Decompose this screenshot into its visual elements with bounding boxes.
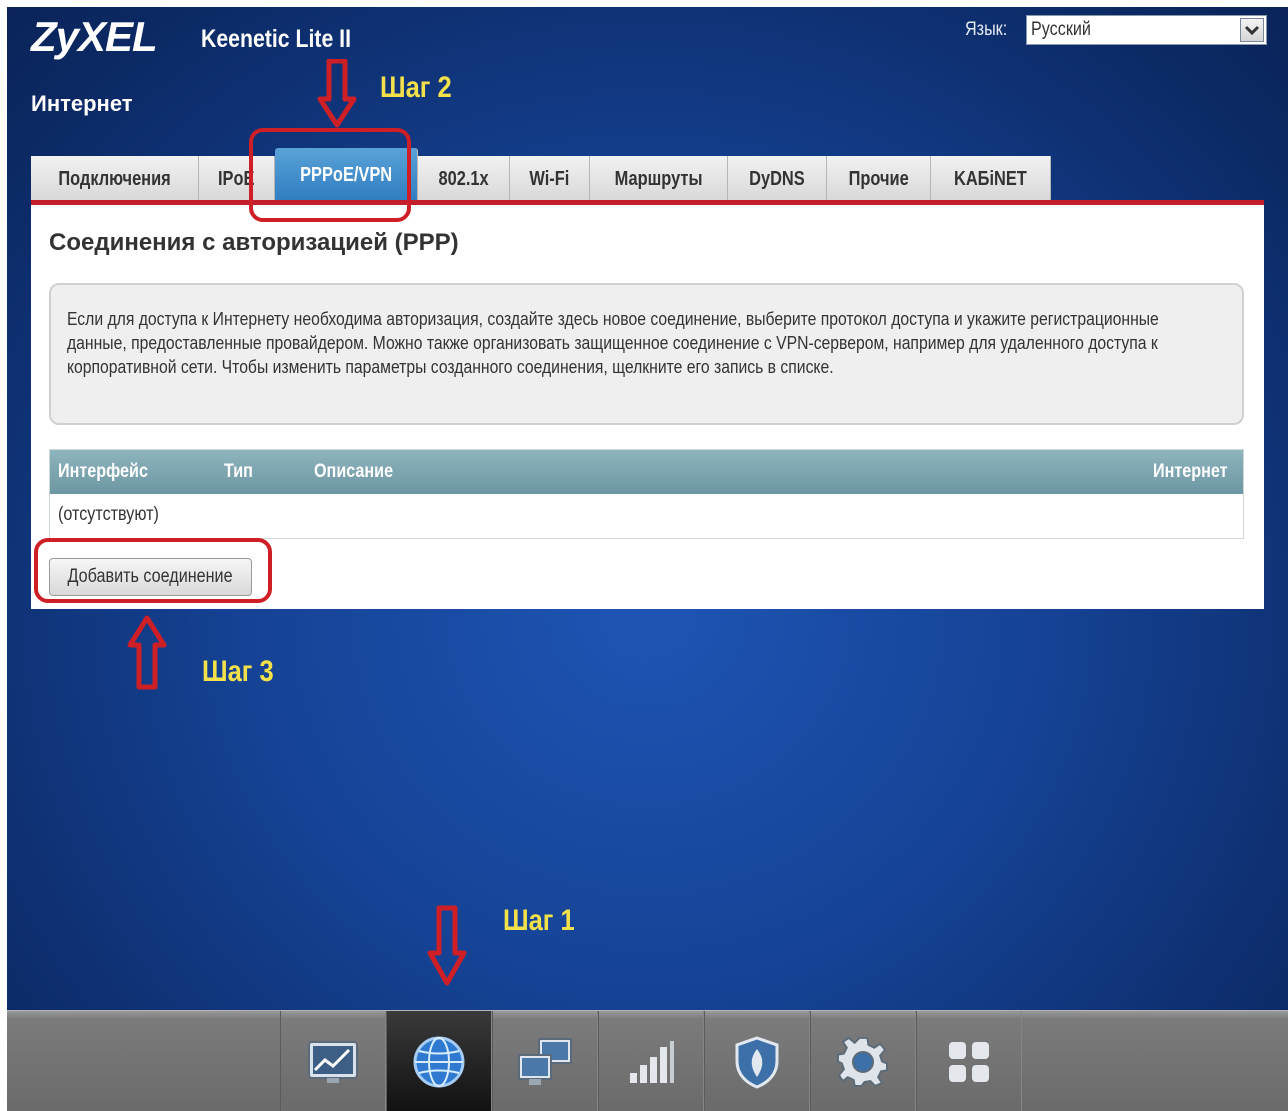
gear-icon [837,1036,888,1087]
step3-highlight [34,538,272,603]
step2-highlight [249,128,411,222]
tab-label: Маршруты [614,167,703,190]
tab-dydns[interactable]: DyDNS [727,156,827,202]
info-box: Если для доступа к Интернету необходима … [49,283,1244,425]
tab-label: KAБiNET [953,167,1027,190]
signal-bars-icon [630,1040,674,1083]
down-arrow-icon [317,59,357,128]
network-computers-icon [518,1037,572,1085]
nav-monitor[interactable] [280,1011,386,1111]
tab-connections[interactable]: Подключения [31,156,200,202]
apps-grid-icon [949,1041,989,1082]
nav-wifi[interactable] [598,1011,704,1111]
empty-text: (отсутствуют) [58,504,159,525]
language-select[interactable]: Русский [1026,15,1267,45]
tab-bar: Подключения IPoE PPPoE/VPN 802.1x Wi-Fi … [31,148,1051,202]
step2-label: Шаг 2 [380,71,452,104]
column-internet[interactable]: Интернет [1153,461,1228,483]
tab-kabinet[interactable]: KAБiNET [930,156,1051,202]
connections-table: Интерфейс Тип Описание Интернет (отсутст… [49,449,1244,539]
tab-wifi[interactable]: Wi-Fi [509,156,590,202]
tab-routes[interactable]: Маршруты [589,156,728,202]
nav-applications[interactable] [916,1011,1022,1111]
nav-home-network[interactable] [492,1011,598,1111]
tab-label: DyDNS [748,167,805,190]
column-interface[interactable]: Интерфейс [58,461,148,483]
nav-security[interactable] [704,1011,810,1111]
model-name: Keenetic Lite II [201,25,351,53]
language-label: Язык: [965,19,1008,40]
chevron-down-icon[interactable] [1240,18,1264,42]
bottom-nav [7,1010,1288,1111]
shield-icon [735,1035,779,1089]
tab-8021x[interactable]: 802.1x [417,156,510,202]
router-admin-screen: ZyXEL Keenetic Lite II Интернет Язык: Ру… [7,7,1288,1111]
page-title: Интернет [31,91,133,116]
tab-other[interactable]: Прочие [826,156,931,202]
zyxel-logo: ZyXEL [31,13,158,60]
table-row: (отсутствуют) [50,494,1243,538]
nav-system[interactable] [810,1011,916,1111]
language-value: Русский [1031,19,1091,40]
globe-icon [413,1036,465,1087]
up-arrow-icon [127,615,167,690]
nav-internet[interactable] [386,1011,492,1111]
tab-label: 802.1x [438,167,489,190]
table-header: Интерфейс Тип Описание Интернет [50,450,1243,494]
monitor-chart-icon [308,1040,358,1083]
info-text: Если для доступа к Интернету необходима … [67,308,1159,377]
column-description[interactable]: Описание [314,461,393,483]
tab-label: Wi-Fi [529,167,570,190]
panel-heading: Соединения с авторизацией (PPP) [49,229,459,256]
column-type[interactable]: Тип [224,461,253,483]
step1-label: Шаг 1 [503,904,575,937]
down-arrow-icon [427,905,467,986]
tab-label: Подключения [58,167,171,190]
step3-label: Шаг 3 [202,655,274,688]
tab-label: Прочие [848,167,909,190]
